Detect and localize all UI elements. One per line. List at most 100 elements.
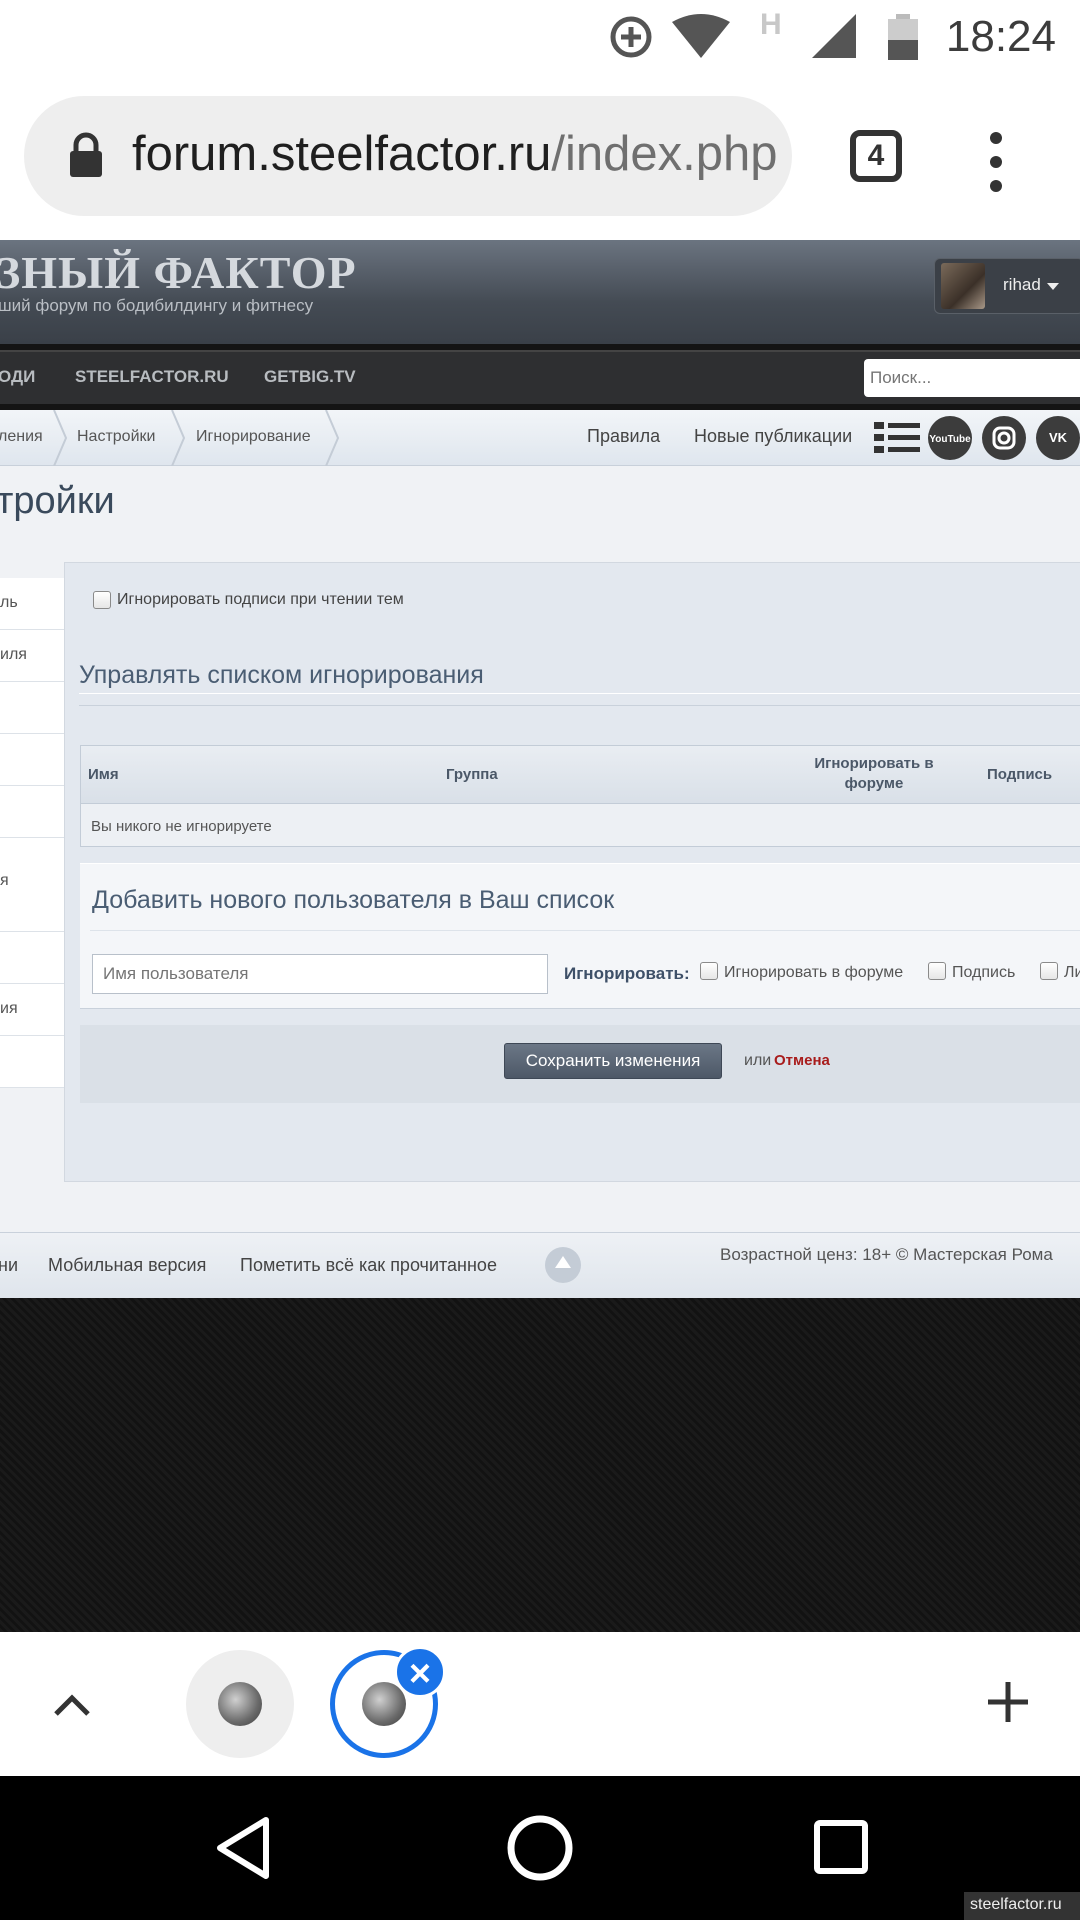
ignore-signatures-label: Игнорировать подписи при чтении тем	[117, 591, 404, 609]
site-footer: ни Мобильная версия Пометить всё как про…	[0, 1232, 1080, 1298]
sidebar-item[interactable]: ия	[0, 984, 64, 1036]
clock: 18:24	[945, 12, 1056, 61]
breadcrumb-separator	[171, 410, 186, 466]
status-bar: H 18:24	[0, 0, 1080, 72]
battery-icon	[888, 14, 918, 60]
nav-item-partial[interactable]: ОДИ	[0, 367, 35, 387]
ignore-signature-label: Подпись	[952, 964, 1016, 981]
ignore-forum-label: Игнорировать в форуме	[724, 964, 904, 981]
add-user-title: Добавить нового пользователя в Ваш списо…	[92, 886, 615, 914]
ignore-other-checkbox[interactable]	[1040, 962, 1058, 981]
breadcrumb-item[interactable]: ления	[0, 428, 43, 446]
ignore-other-option[interactable]: Ли	[1040, 962, 1080, 982]
back-icon[interactable]	[214, 1816, 270, 1880]
sidebar-item-active[interactable]	[0, 786, 68, 838]
ignore-label: Игнорировать:	[564, 964, 690, 983]
search-input[interactable]	[864, 359, 1080, 397]
footer-link[interactable]: ни	[0, 1255, 18, 1276]
data-saver-icon	[610, 16, 652, 58]
nav-item-steelfactor[interactable]: STEELFACTOR.RU	[75, 367, 229, 387]
sidebar-item[interactable]	[0, 1036, 64, 1088]
page-title: тройки	[0, 480, 115, 522]
breadcrumb-item-ignore[interactable]: Игнорирование	[196, 428, 311, 446]
user-menu[interactable]: rihad	[934, 258, 1080, 314]
ignore-forum-option[interactable]: Игнорировать в форуме	[700, 962, 904, 982]
ignore-signature-option[interactable]: Подпись	[928, 962, 1016, 982]
ignore-other-label: Ли	[1064, 964, 1080, 981]
column-ignore-forum: Игнорировать в форуме	[814, 755, 934, 792]
manage-ignore-title: Управлять списком игнорирования	[79, 661, 484, 689]
tab-thumbnail[interactable]	[186, 1650, 294, 1758]
ignore-signature-checkbox[interactable]	[928, 962, 946, 981]
home-icon[interactable]	[506, 1814, 574, 1882]
sidebar-item[interactable]: я	[0, 838, 64, 932]
tab-switcher-button[interactable]: 4	[850, 130, 902, 182]
caret-down-icon	[1047, 283, 1059, 290]
save-button[interactable]: Сохранить изменения	[504, 1043, 722, 1079]
nav-item-getbig[interactable]: GETBIG.TV	[264, 367, 356, 387]
address-bar[interactable]: forum.steelfactor.ru/index.php	[24, 96, 792, 216]
breadcrumb: ления Настройки Игнорирование Правила Но…	[0, 410, 1080, 466]
settings-sidebar: ль иля я ия	[0, 578, 68, 1088]
sidebar-item[interactable]	[0, 734, 64, 786]
chevron-up-icon[interactable]	[52, 1690, 92, 1718]
new-tab-icon[interactable]	[984, 1678, 1032, 1726]
wifi-icon	[672, 14, 730, 58]
divider	[90, 930, 1080, 931]
site-logo[interactable]: ЗНЫЙ ФАКТОР	[0, 246, 357, 299]
avatar	[941, 263, 985, 309]
browser-toolbar: forum.steelfactor.ru/index.php 4	[0, 72, 1080, 240]
url-text: forum.steelfactor.ru/index.php	[132, 127, 778, 181]
site-tagline: ший форум по бодибилдингу и фитнесу	[0, 296, 314, 315]
ignore-table: Имя Группа Игнорировать в форуме Подпись…	[80, 745, 1080, 847]
column-signature: Подпись	[987, 766, 1053, 783]
column-name: Имя	[88, 766, 119, 783]
youtube-icon[interactable]: YouTube	[928, 416, 972, 460]
browser-menu-button[interactable]	[990, 132, 1002, 204]
table-header: Имя Группа Игнорировать в форуме Подпись	[81, 746, 1080, 804]
footer-copyright: Возрастной ценз: 18+ © Мастерская Рома	[720, 1245, 1053, 1264]
divider	[79, 705, 1080, 706]
add-user-section: Добавить нового пользователя в Ваш списо…	[80, 863, 1080, 1009]
breadcrumb-separator	[325, 410, 340, 466]
form-actions: Сохранить изменения или Отмена	[80, 1025, 1080, 1103]
mobile-version-link[interactable]: Мобильная версия	[48, 1255, 206, 1276]
sidebar-item[interactable]	[0, 932, 64, 984]
username: rihad	[1003, 275, 1041, 294]
sidebar-item[interactable]: ль	[0, 578, 64, 630]
content-area: тройки ль иля я ия Игнорировать подписи …	[0, 466, 1080, 1232]
favicon-icon	[218, 1682, 262, 1726]
cancel-link[interactable]: Отмена	[774, 1052, 830, 1069]
breadcrumb-item-settings[interactable]: Настройки	[77, 428, 155, 446]
or-text: или	[744, 1052, 772, 1069]
sidebar-item[interactable]: иля	[0, 630, 64, 682]
scroll-top-icon[interactable]	[545, 1247, 581, 1283]
page-background	[0, 1298, 1080, 1632]
tab-strip: ×	[0, 1632, 1080, 1776]
recents-icon[interactable]	[814, 1820, 868, 1874]
list-icon[interactable]	[874, 422, 920, 454]
vk-icon[interactable]: VK	[1036, 416, 1080, 460]
web-page: ЗНЫЙ ФАКТОР ший форум по бодибилдингу и …	[0, 240, 1080, 1632]
ignore-signatures-checkbox[interactable]	[93, 591, 111, 609]
signal-icon	[812, 14, 856, 58]
table-empty-message: Вы никого не игнорируете	[91, 818, 272, 835]
top-navigation: ОДИ STEELFACTOR.RU GETBIG.TV	[0, 350, 1080, 404]
system-navigation-bar: steelfactor.ru	[0, 1776, 1080, 1920]
site-header: ЗНЫЙ ФАКТОР ший форум по бодибилдингу и …	[0, 240, 1080, 344]
rules-link[interactable]: Правила	[587, 426, 660, 447]
ignore-forum-checkbox[interactable]	[700, 962, 718, 981]
close-tab-icon[interactable]: ×	[394, 1646, 446, 1698]
network-type-label: H	[760, 8, 782, 41]
breadcrumb-separator	[53, 410, 68, 466]
username-input[interactable]	[92, 954, 548, 994]
column-group: Группа	[446, 766, 498, 783]
instagram-icon[interactable]	[982, 416, 1026, 460]
mark-all-read-link[interactable]: Пометить всё как прочитанное	[240, 1255, 497, 1276]
divider	[79, 693, 1080, 694]
ignore-signatures-option[interactable]: Игнорировать подписи при чтении тем	[93, 591, 404, 609]
watermark: steelfactor.ru	[964, 1892, 1080, 1920]
lock-icon	[70, 132, 102, 177]
sidebar-item[interactable]	[0, 682, 64, 734]
new-posts-link[interactable]: Новые публикации	[694, 426, 852, 447]
